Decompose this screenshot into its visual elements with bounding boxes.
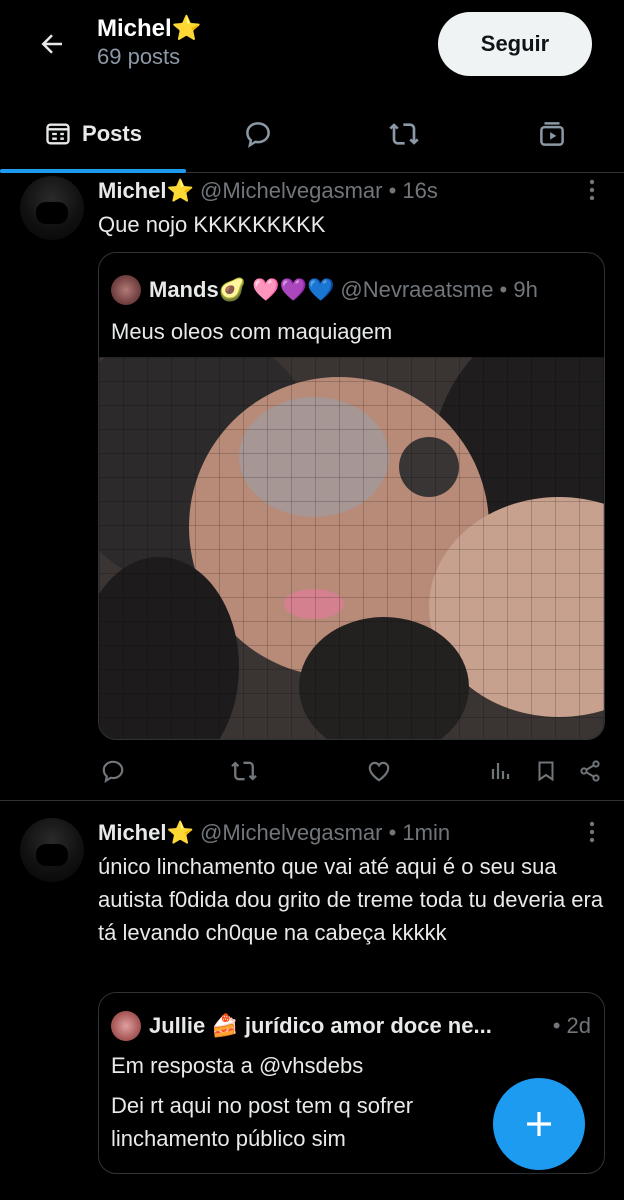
heart-icon — [368, 761, 390, 782]
tweet-header: Michel⭐ @Michelvegasmar • 16s — [98, 178, 438, 204]
tab-reposts[interactable] — [362, 96, 446, 172]
back-button[interactable] — [22, 14, 82, 74]
quoted-avatar — [111, 275, 141, 305]
views-icon — [491, 763, 510, 779]
more-vertical-icon — [589, 179, 595, 201]
bookmark-icon — [538, 761, 554, 782]
reply-context: Em resposta a @vhsdebs — [111, 1053, 364, 1078]
replies-icon — [246, 122, 270, 148]
tweet-text: Que nojo KKKKKKKKK — [98, 212, 326, 237]
tab-replies[interactable] — [216, 96, 300, 172]
tweet-author-handle[interactable]: @Michelvegasmar — [200, 820, 383, 845]
quoted-avatar — [111, 1011, 141, 1041]
reply-icon — [102, 760, 124, 784]
reposts-icon — [389, 123, 419, 145]
reply-button[interactable] — [100, 754, 126, 788]
posts-icon — [46, 123, 70, 145]
follow-button[interactable]: Seguir — [438, 12, 592, 76]
profile-header: Michel⭐ 69 posts Seguir — [0, 0, 624, 96]
compose-fab-button[interactable] — [493, 1078, 585, 1170]
quoted-timestamp: • 2d — [552, 1013, 591, 1038]
profile-name: Michel⭐ — [97, 15, 202, 42]
repost-icon — [231, 761, 257, 781]
bookmark-button[interactable] — [534, 754, 558, 788]
tweet-text: único linchamento que vai até aqui é o s… — [98, 854, 604, 945]
tweet[interactable]: Michel⭐ @Michelvegasmar • 16s Que nojo K… — [0, 172, 624, 801]
tweet-actions — [98, 754, 608, 788]
tweet-timestamp[interactable]: • 16s — [389, 178, 438, 203]
tweet-header: Michel⭐ @Michelvegasmar • 1min — [98, 820, 450, 846]
quoted-tweet-header: Mands🥑 🩷💜💙 @Nevraeatsme • 9h — [111, 275, 538, 305]
more-options-button[interactable] — [578, 176, 606, 204]
share-icon — [580, 760, 600, 782]
share-button[interactable] — [578, 754, 602, 788]
plus-icon — [527, 1112, 551, 1136]
tab-posts[interactable]: Posts — [0, 96, 186, 173]
tab-media[interactable] — [510, 96, 594, 172]
quoted-text-line-2: linchamento público sim — [111, 1126, 346, 1151]
media-icon — [540, 122, 564, 146]
like-button[interactable] — [366, 754, 392, 788]
quoted-tweet[interactable]: Mands🥑 🩷💜💙 @Nevraeatsme • 9h Meus oleos … — [98, 252, 605, 740]
quoted-image[interactable] — [99, 357, 604, 739]
more-vertical-icon — [589, 821, 595, 843]
quoted-text: Meus oleos com maquiagem — [111, 319, 393, 344]
quoted-timestamp: • 9h — [499, 277, 538, 302]
quoted-author-name: Mands🥑 🩷💜💙 — [149, 277, 335, 302]
more-options-button[interactable] — [578, 818, 606, 846]
views-button[interactable] — [488, 754, 512, 788]
arrow-left-icon — [41, 34, 62, 54]
tweet-author-handle[interactable]: @Michelvegasmar — [200, 178, 383, 203]
quoted-author-handle: @Nevraeatsme — [340, 277, 494, 302]
avatar[interactable] — [20, 818, 84, 882]
quoted-tweet-header: Jullie 🍰 jurídico amor doce ne... • 2d — [111, 1011, 591, 1041]
quoted-text-line-1: Dei rt aqui no post tem q sofrer — [111, 1093, 414, 1118]
quoted-author-name: Jullie 🍰 jurídico amor doce ne... — [149, 1013, 492, 1038]
profile-tabs: Posts — [0, 96, 624, 173]
avatar[interactable] — [20, 176, 84, 240]
repost-button[interactable] — [230, 754, 258, 788]
tweet-author-name[interactable]: Michel⭐ — [98, 820, 194, 845]
tweet-author-name[interactable]: Michel⭐ — [98, 178, 194, 203]
post-count: 69 posts — [97, 44, 181, 69]
tweet-timestamp[interactable]: • 1min — [389, 820, 451, 845]
tab-posts-label: Posts — [82, 121, 142, 146]
